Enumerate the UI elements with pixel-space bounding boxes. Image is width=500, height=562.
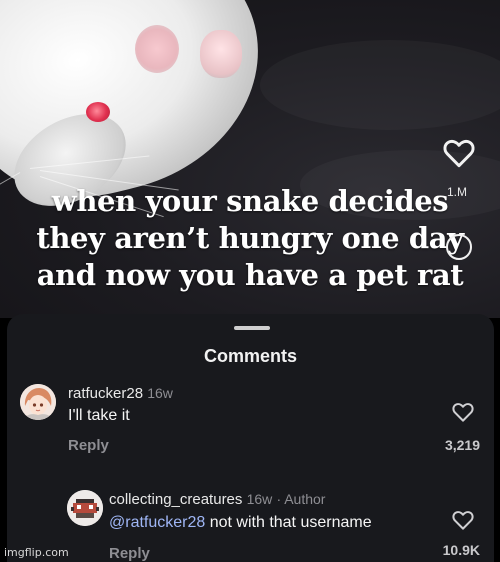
comment-body: not with that username	[205, 514, 372, 531]
reply-button[interactable]: Reply	[68, 437, 109, 454]
heart-icon[interactable]	[443, 138, 475, 168]
heart-icon[interactable]	[452, 402, 474, 422]
avatar[interactable]	[20, 384, 56, 420]
comment-header: collecting_creatures 16w · Author	[109, 491, 325, 508]
comment-header: ratfucker28 16w	[68, 385, 173, 402]
comment-text: @ratfucker28 not with that username	[109, 514, 372, 532]
comment-like-count: 10.9K	[442, 542, 480, 558]
comments-sheet: Comments ratfucker28 16w I'll take it Re…	[7, 314, 494, 562]
caption-line: when your snake decides	[51, 184, 449, 218]
anime-avatar-icon	[20, 384, 56, 420]
pixel-creature-avatar-icon	[67, 490, 103, 526]
comment-like-count: 3,219	[444, 437, 480, 453]
caption-line: and now you have a pet rat	[36, 258, 464, 292]
sheet-title: Comments	[203, 346, 297, 366]
video-caption: when your snake decides they aren’t hung…	[0, 183, 500, 294]
blanket-fold	[260, 40, 500, 130]
comment-age: 16w	[147, 385, 173, 401]
like-count: 1.M	[447, 185, 468, 199]
author-tag: · Author	[276, 491, 326, 507]
rat-ear	[135, 25, 179, 73]
comment-username[interactable]: collecting_creatures	[109, 491, 242, 508]
watermark: imgflip.com	[4, 546, 69, 559]
comment-username[interactable]: ratfucker28	[68, 385, 143, 402]
avatar[interactable]	[67, 490, 103, 526]
sheet-grabber[interactable]	[234, 326, 270, 330]
rat-eye	[86, 102, 110, 122]
comment-text: I'll take it	[68, 407, 130, 424]
comment-age: 16w	[246, 491, 273, 507]
reply-button[interactable]: Reply	[109, 545, 150, 562]
heart-icon[interactable]	[452, 510, 474, 530]
video-frame[interactable]: when your snake decides they aren’t hung…	[0, 0, 500, 318]
comment-icon[interactable]	[446, 234, 472, 260]
rat-paw	[200, 30, 242, 78]
mention-link[interactable]: @ratfucker28	[109, 514, 205, 531]
caption-line: they aren’t hungry one day	[36, 221, 464, 255]
